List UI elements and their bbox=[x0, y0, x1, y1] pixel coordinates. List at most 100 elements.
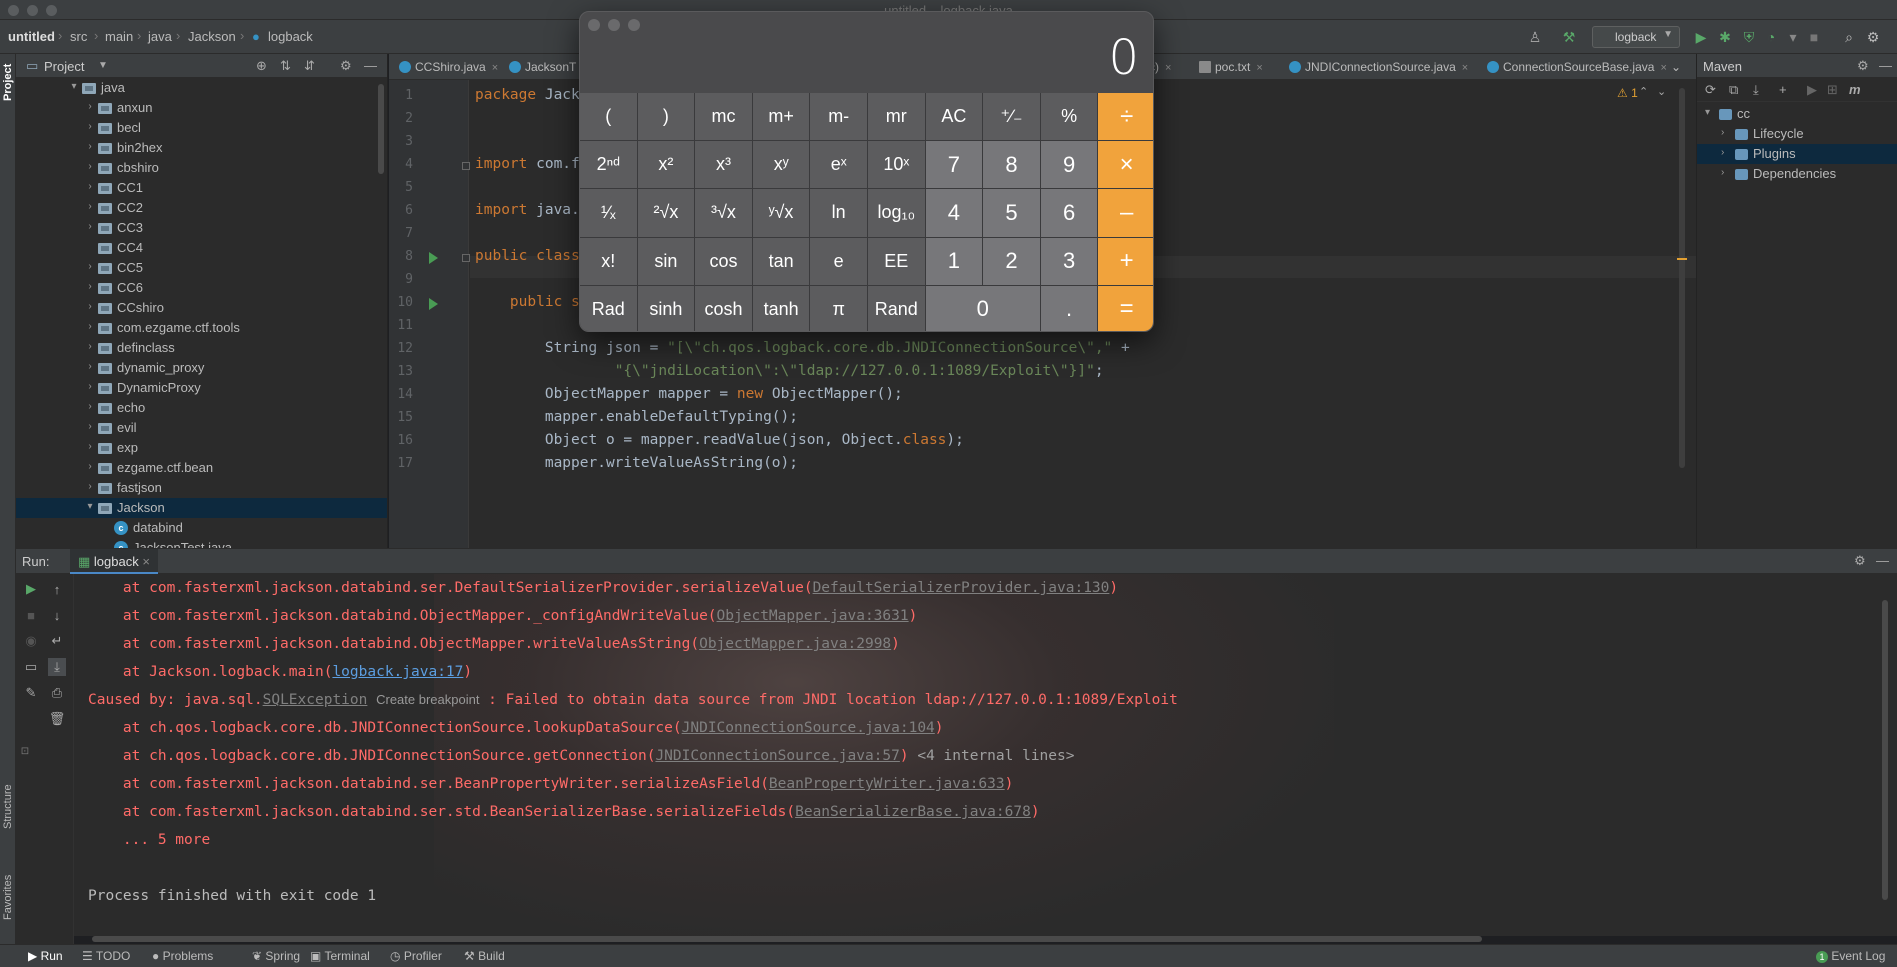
calculator-key[interactable]: x² bbox=[637, 141, 695, 189]
project-tree-item[interactable]: CC4 bbox=[16, 238, 387, 258]
project-tree-item[interactable]: › echo bbox=[16, 398, 387, 418]
calculator-key[interactable]: % bbox=[1040, 93, 1098, 141]
run-configuration-select[interactable]: logback ▼ bbox=[1592, 26, 1680, 48]
project-tree-item[interactable]: › ezgame.ctf.bean bbox=[16, 458, 387, 478]
calculator-key[interactable]: ) bbox=[637, 93, 695, 141]
coverage-icon[interactable]: ⛨ bbox=[1740, 28, 1758, 46]
calculator-minimize-button[interactable] bbox=[608, 19, 620, 31]
calculator-key[interactable]: ʸ√x bbox=[752, 189, 810, 237]
collapse-all-icon[interactable]: ⇵ bbox=[304, 58, 315, 74]
reload-icon[interactable]: ⟳ bbox=[1705, 82, 1716, 98]
calculator-key[interactable]: 6 bbox=[1040, 189, 1098, 237]
chevron-right-icon[interactable]: › bbox=[84, 441, 96, 452]
stop-icon[interactable]: ■ bbox=[22, 606, 40, 624]
calculator-key[interactable]: eˣ bbox=[810, 141, 867, 189]
calculator-key[interactable]: 2ⁿᵈ bbox=[580, 141, 637, 189]
chevron-right-icon[interactable]: › bbox=[84, 281, 96, 292]
calculator-key[interactable]: x! bbox=[580, 237, 637, 285]
run-tool-button[interactable]: ▶ Run bbox=[28, 949, 63, 963]
console-output[interactable]: at com.fasterxml.jackson.databind.ser.De… bbox=[74, 574, 1897, 936]
project-tree-item[interactable]: c databind bbox=[16, 518, 387, 538]
calculator-key[interactable]: 7 bbox=[925, 141, 983, 189]
calculator-key[interactable]: . bbox=[1040, 285, 1098, 331]
breadcrumb-item[interactable]: src bbox=[70, 29, 87, 44]
run-gutter-icon[interactable] bbox=[429, 252, 438, 264]
chevron-down-icon[interactable]: ▼ bbox=[98, 60, 108, 71]
profiler-tool-button[interactable]: ◷ Profiler bbox=[390, 949, 442, 963]
code-line[interactable]: Object o = mapper.readValue(json, Object… bbox=[475, 432, 964, 448]
chevron-right-icon[interactable]: › bbox=[84, 401, 96, 412]
editor-tab[interactable]: ConnectionSourceBase.java × bbox=[1487, 54, 1667, 80]
chevron-right-icon[interactable]: › bbox=[84, 481, 96, 492]
chevron-down-icon[interactable]: ▾ bbox=[1705, 107, 1710, 118]
calculator-key[interactable]: xʸ bbox=[752, 141, 810, 189]
breadcrumb-item[interactable]: Jackson bbox=[188, 29, 236, 44]
chevron-right-icon[interactable]: › bbox=[84, 301, 96, 312]
build-tool-button[interactable]: ⚒ Build bbox=[464, 949, 505, 963]
scroll-to-end-icon[interactable]: ⤓ bbox=[48, 658, 66, 676]
project-tree-item[interactable]: › cbshiro bbox=[16, 158, 387, 178]
warning-indicator-icon[interactable]: ⚠ 1 bbox=[1617, 86, 1638, 100]
calculator-key[interactable]: 10ˣ bbox=[867, 141, 925, 189]
run-maven-build-icon[interactable]: ▶ bbox=[1807, 82, 1817, 98]
calculator-key[interactable]: = bbox=[1098, 285, 1153, 331]
previous-highlight-icon[interactable]: ⌃ bbox=[1639, 85, 1648, 98]
project-tool-tab[interactable]: Project bbox=[0, 60, 16, 104]
rerun-icon[interactable]: ▶ bbox=[22, 580, 40, 598]
project-tree-item[interactable]: › CC6 bbox=[16, 278, 387, 298]
chevron-right-icon[interactable]: › bbox=[84, 261, 96, 272]
build-hammer-icon[interactable]: ⚒ bbox=[1560, 28, 1578, 46]
close-tab-icon[interactable]: × bbox=[1165, 62, 1171, 74]
calculator-key[interactable]: EE bbox=[867, 237, 925, 285]
calculator-key[interactable]: ÷ bbox=[1098, 93, 1153, 141]
console-vertical-scrollbar[interactable] bbox=[1882, 600, 1888, 900]
calculator-key[interactable]: ln bbox=[810, 189, 867, 237]
run-icon[interactable]: ▶ bbox=[1692, 28, 1710, 46]
chevron-right-icon[interactable]: › bbox=[84, 201, 96, 212]
maven-tree-item[interactable]: › Plugins bbox=[1697, 144, 1897, 164]
run-settings-gear-icon[interactable]: ⚙ bbox=[1854, 553, 1866, 569]
add-icon[interactable]: + bbox=[1779, 82, 1787, 97]
structure-tool-tab[interactable]: Structure bbox=[0, 774, 16, 840]
project-tree-item[interactable]: › DynamicProxy bbox=[16, 378, 387, 398]
close-tab-icon[interactable]: × bbox=[1660, 62, 1666, 74]
chevron-right-icon[interactable]: › bbox=[84, 381, 96, 392]
calculator-key[interactable]: ¹∕ₓ bbox=[580, 189, 637, 237]
editor-tab[interactable]: CCShiro.java × bbox=[399, 54, 498, 80]
calculator-key[interactable]: x³ bbox=[695, 141, 752, 189]
print-icon[interactable]: ⎙ bbox=[48, 684, 66, 702]
soft-wrap-icon[interactable]: ↵ bbox=[48, 632, 66, 650]
chevron-right-icon[interactable]: › bbox=[84, 161, 96, 172]
calculator-key[interactable]: ( bbox=[580, 93, 637, 141]
locate-target-icon[interactable]: ⊕ bbox=[256, 58, 267, 74]
project-panel-title[interactable]: Project bbox=[44, 59, 84, 74]
generate-sources-icon[interactable]: ⧉ bbox=[1729, 82, 1738, 98]
project-tree-item[interactable]: › CC3 bbox=[16, 218, 387, 238]
code-line[interactable]: mapper.enableDefaultTyping(); bbox=[475, 409, 798, 425]
expand-all-icon[interactable]: ⇅ bbox=[280, 58, 291, 74]
project-tree-item[interactable]: › CC1 bbox=[16, 178, 387, 198]
pin-icon[interactable]: ✎ bbox=[22, 684, 40, 702]
spring-tool-button[interactable]: ❦ Spring bbox=[252, 949, 300, 963]
console-horizontal-scrollbar[interactable] bbox=[92, 936, 1482, 942]
project-tree-item[interactable]: › CCshiro bbox=[16, 298, 387, 318]
project-tree-item[interactable]: › CC2 bbox=[16, 198, 387, 218]
project-tree-item[interactable]: ▾ java bbox=[16, 78, 387, 98]
project-tree-item[interactable]: › exp bbox=[16, 438, 387, 458]
project-tree-item[interactable]: › anxun bbox=[16, 98, 387, 118]
calculator-key[interactable]: AC bbox=[925, 93, 983, 141]
profile-icon[interactable]: ◔ bbox=[1762, 28, 1780, 46]
calculator-key[interactable]: × bbox=[1098, 141, 1153, 189]
calculator-key[interactable]: 3 bbox=[1040, 237, 1098, 285]
more-run-options-icon[interactable]: ▾ bbox=[1784, 28, 1802, 46]
hide-panel-icon[interactable]: — bbox=[1879, 58, 1892, 73]
calculator-key[interactable]: e bbox=[810, 237, 867, 285]
debug-icon[interactable]: ✱ bbox=[1716, 28, 1734, 46]
calculator-key[interactable]: + bbox=[1098, 237, 1153, 285]
project-tree-item[interactable]: › definclass bbox=[16, 338, 387, 358]
code-line[interactable]: public class bbox=[475, 248, 580, 264]
chevron-right-icon[interactable]: › bbox=[1721, 167, 1724, 178]
chevron-right-icon[interactable]: › bbox=[84, 221, 96, 232]
calculator-key[interactable]: mc bbox=[695, 93, 752, 141]
chevron-right-icon[interactable]: › bbox=[84, 461, 96, 472]
